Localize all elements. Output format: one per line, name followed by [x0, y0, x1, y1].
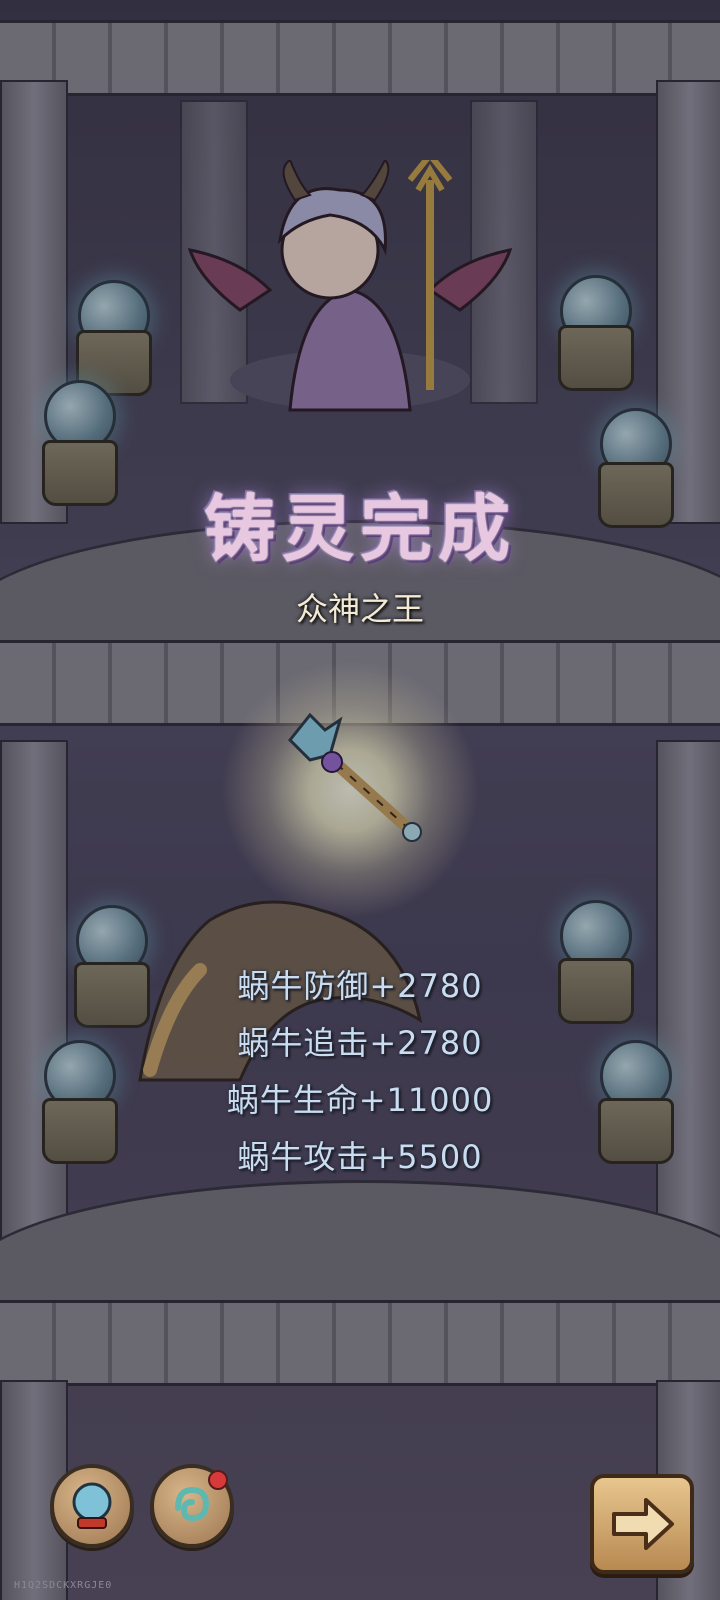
- next-button[interactable]: [590, 1474, 694, 1574]
- orb-icon: [72, 1482, 112, 1529]
- arrow-right-icon: [612, 1498, 674, 1550]
- orb-button[interactable]: [50, 1464, 134, 1548]
- spirit-button[interactable]: [150, 1464, 234, 1548]
- notification-dot: [208, 1470, 228, 1490]
- tower-background: [0, 0, 720, 1600]
- build-code: H1Q2SDCKXRGJE0: [14, 1580, 113, 1591]
- stat-bonus-pursuit: 蜗牛追击+2780: [237, 1024, 483, 1062]
- result-title: 铸灵完成: [203, 487, 516, 571]
- weapon-name: 众神之王: [295, 590, 424, 628]
- stat-bonus-health: 蜗牛生命+11000: [226, 1081, 494, 1119]
- stat-bonus-attack: 蜗牛攻击+5500: [237, 1138, 483, 1176]
- overlay-dim: [0, 0, 720, 1600]
- stat-bonus-defense: 蜗牛防御+2780: [237, 967, 483, 1005]
- stat-bonus-list: 蜗牛防御+2780 蜗牛追击+2780 蜗牛生命+11000 蜗牛攻击+5500: [0, 958, 720, 1186]
